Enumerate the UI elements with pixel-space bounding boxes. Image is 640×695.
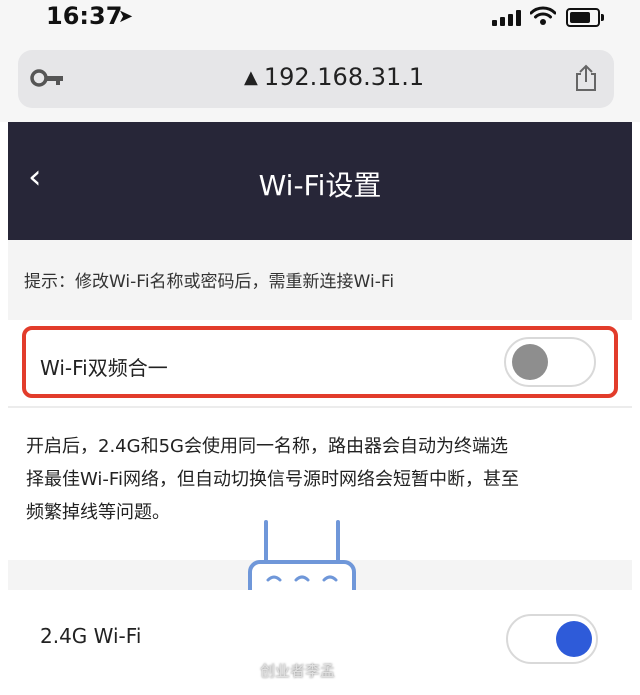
description-line: 开启后，2.4G和5G会使用同一名称，路由器会自动为终端选 xyxy=(26,436,508,457)
hint-banner: 提示：修改Wi-Fi名称或密码后，需重新连接Wi-Fi xyxy=(8,240,632,320)
url-display[interactable]: ▲ 192.168.31.1 xyxy=(244,63,424,91)
dual-band-description: 开启后，2.4G和5G会使用同一名称，路由器会自动为终端选 择最佳Wi-Fi网络… xyxy=(26,430,616,529)
wifi-24g-label: 2.4G Wi-Fi xyxy=(40,624,142,648)
dual-band-label: Wi-Fi双频合一 xyxy=(40,356,168,380)
battery-icon xyxy=(566,8,604,27)
url-text: 192.168.31.1 xyxy=(263,63,425,91)
wifi-24g-toggle[interactable] xyxy=(506,614,598,664)
divider xyxy=(8,406,632,408)
key-icon[interactable] xyxy=(30,67,64,89)
watermark: 创业者李孟 xyxy=(260,662,336,680)
signal-icon xyxy=(492,10,521,26)
warning-icon: ▲ xyxy=(244,66,258,88)
page-title: Wi-Fi设置 xyxy=(258,169,382,202)
browser-toolbar: ▲ 192.168.31.1 xyxy=(0,38,640,122)
status-time: 16:37 xyxy=(46,2,123,30)
description-line: 择最佳Wi-Fi网络，但自动切换信号源时网络会短暂中断，甚至 xyxy=(26,469,519,490)
toggle-knob xyxy=(512,344,548,380)
dual-band-row: Wi-Fi双频合一 xyxy=(22,326,618,398)
status-bar: 16:37 ➤ xyxy=(0,0,640,38)
toggle-knob xyxy=(556,621,592,657)
address-bar[interactable]: ▲ 192.168.31.1 xyxy=(18,50,614,108)
page-header: ‹ Wi-Fi设置 xyxy=(8,122,632,240)
hint-text: 提示：修改Wi-Fi名称或密码后，需重新连接Wi-Fi xyxy=(24,272,395,292)
share-icon[interactable] xyxy=(574,64,598,92)
location-arrow-icon: ➤ xyxy=(118,6,134,27)
dual-band-toggle[interactable] xyxy=(504,337,596,387)
wifi-icon xyxy=(530,6,556,25)
